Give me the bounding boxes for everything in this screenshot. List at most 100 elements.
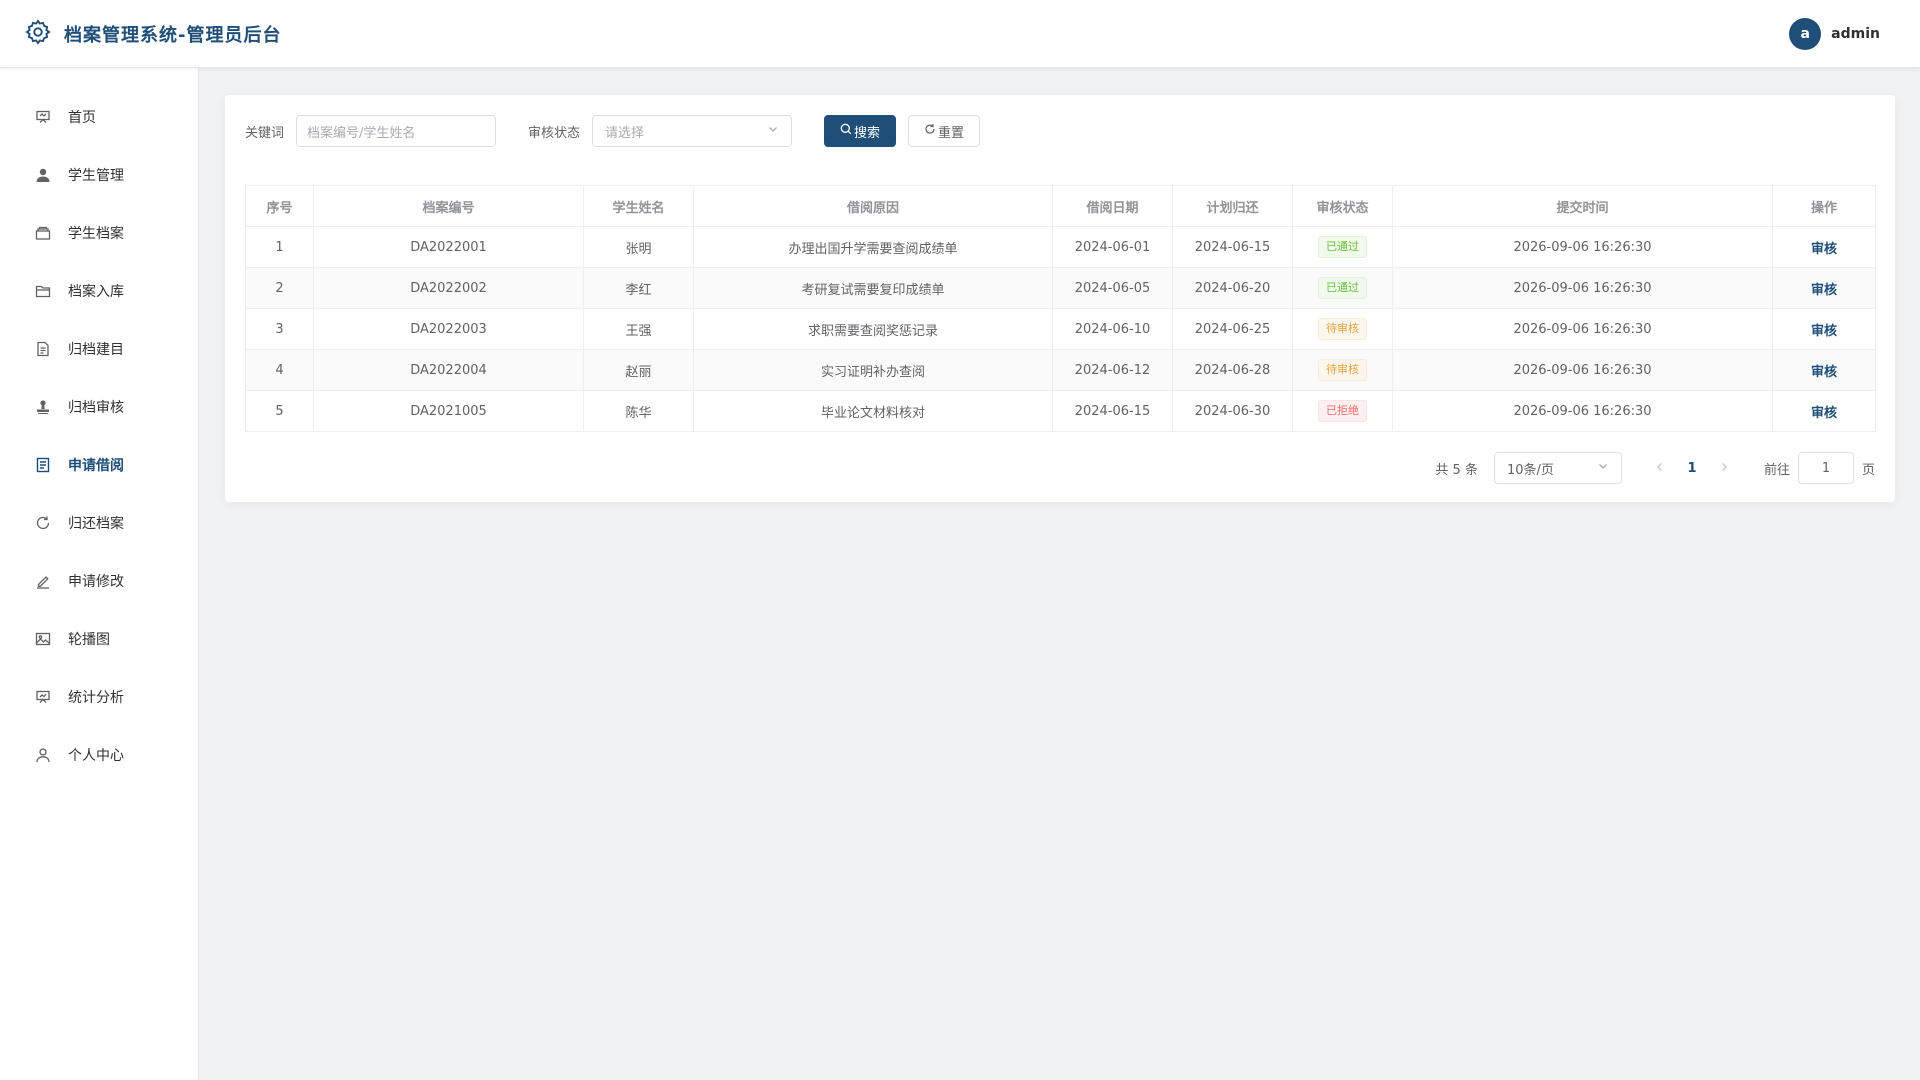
sidebar-item-label: 统计分析 — [68, 690, 124, 706]
cell-borrow-date: 2024-06-15 — [1052, 390, 1173, 432]
status-badge: 已通过 — [1318, 236, 1367, 258]
goto-page-input[interactable]: 1 — [1797, 452, 1854, 484]
sidebar-item-archive-catalog[interactable]: 归档建目 — [0, 320, 198, 378]
brand: 档案管理系统-管理员后台 — [24, 18, 281, 50]
page-size-select[interactable]: 10条/页 — [1493, 452, 1622, 484]
status-badge: 已通过 — [1318, 277, 1367, 299]
prev-page-button[interactable] — [1644, 461, 1676, 476]
cell-name: 王强 — [583, 308, 694, 350]
cell-return-date: 2024-06-30 — [1172, 390, 1293, 432]
cell-return-date: 2024-06-25 — [1172, 308, 1293, 350]
sidebar-item-modify-request[interactable]: 申请修改 — [0, 552, 198, 610]
sidebar-item-statistics[interactable]: 统计分析 — [0, 668, 198, 726]
folder-icon — [34, 282, 52, 300]
cell-no: 4 — [245, 349, 314, 391]
cell-code: DA2022003 — [313, 308, 584, 350]
sidebar-item-profile[interactable]: 个人中心 — [0, 726, 198, 784]
cell-submit-time: 2026-09-06 16:26:30 — [1392, 390, 1773, 432]
review-link[interactable]: 审核 — [1811, 324, 1837, 339]
status-badge: 待审核 — [1318, 359, 1367, 381]
tickets-icon — [34, 456, 52, 474]
cell-name: 陈华 — [583, 390, 694, 432]
cell-code: DA2022004 — [313, 349, 584, 391]
review-link[interactable]: 审核 — [1811, 406, 1837, 421]
username[interactable]: admin — [1831, 26, 1880, 42]
reset-button[interactable]: 重置 — [908, 115, 981, 147]
sidebar-item-borrow-request[interactable]: 申请借阅 — [0, 436, 198, 494]
table-row: 2 DA2022002 李红 考研复试需要复印成绩单 2024-06-05 20… — [245, 267, 1876, 309]
status-placeholder: 请选择 — [605, 125, 645, 141]
page-size-value: 10条/页 — [1506, 462, 1554, 478]
sidebar-item-student-archives[interactable]: 学生档案 — [0, 204, 198, 262]
search-button[interactable]: 搜索 — [824, 115, 897, 147]
table-header-row: 序号 档案编号 学生姓名 借阅原因 借阅日期 计划归还 审核状态 提交时间 操作 — [245, 185, 1876, 227]
data-board-icon — [34, 688, 52, 706]
chevron-down-icon — [1597, 460, 1609, 476]
column-header: 档案编号 — [313, 185, 584, 227]
refresh-icon — [34, 514, 52, 532]
cell-submit-time: 2026-09-06 16:26:30 — [1392, 349, 1773, 391]
sidebar-item-label: 申请修改 — [68, 574, 124, 590]
next-page-button[interactable] — [1708, 461, 1740, 476]
sidebar-item-label: 学生档案 — [68, 226, 124, 242]
edit-pen-icon — [34, 572, 52, 590]
sidebar-item-student-management[interactable]: 学生管理 — [0, 146, 198, 204]
keyword-input[interactable]: 档案编号/学生姓名 — [296, 115, 497, 147]
pagination: 共 5 条 10条/页 1 前往 1 页 — [245, 452, 1875, 484]
presentation-icon — [34, 108, 52, 126]
cell-reason: 毕业论文材料核对 — [693, 390, 1053, 432]
search-bar: 关键词 档案编号/学生姓名 审核状态 请选择 搜索 重置 — [245, 115, 1875, 147]
cell-borrow-date: 2024-06-01 — [1052, 226, 1173, 268]
cell-reason: 办理出国升学需要查阅成绩单 — [693, 226, 1053, 268]
chevron-right-icon — [1722, 462, 1727, 471]
cell-status: 待审核 — [1292, 349, 1393, 391]
user-menu[interactable]: a admin — [1789, 17, 1880, 50]
sidebar-item-archive-storage[interactable]: 档案入库 — [0, 262, 198, 320]
page-suffix: 页 — [1861, 462, 1875, 478]
avatar[interactable]: a — [1789, 17, 1822, 50]
sidebar-item-archive-review[interactable]: 归档审核 — [0, 378, 198, 436]
status-select[interactable]: 请选择 — [592, 115, 793, 147]
cell-reason: 求职需要查阅奖惩记录 — [693, 308, 1053, 350]
sidebar-item-label: 首页 — [68, 110, 96, 126]
cell-no: 1 — [245, 226, 314, 268]
chevron-left-icon — [1657, 462, 1662, 471]
sidebar-item-label: 归档审核 — [68, 400, 124, 416]
sidebar-item-label: 申请借阅 — [68, 458, 124, 474]
table-row: 1 DA2022001 张明 办理出国升学需要查阅成绩单 2024-06-01 … — [245, 226, 1876, 268]
cell-borrow-date: 2024-06-10 — [1052, 308, 1173, 350]
status-label: 审核状态 — [528, 125, 581, 141]
user-filled-icon — [34, 166, 52, 184]
reset-button-label: 重置 — [938, 125, 965, 141]
sidebar-item-home[interactable]: 首页 — [0, 88, 198, 146]
sidebar-item-label: 归档建目 — [68, 342, 124, 358]
table-row: 4 DA2022004 赵丽 实习证明补办查阅 2024-06-12 2024-… — [245, 349, 1876, 391]
cell-action: 审核 — [1772, 226, 1876, 268]
goto-label: 前往 — [1763, 462, 1790, 478]
cell-no: 3 — [245, 308, 314, 350]
borrow-request-panel: 关键词 档案编号/学生姓名 审核状态 请选择 搜索 重置 序号 档案编号 学生姓… — [225, 95, 1895, 502]
status-badge: 已拒绝 — [1318, 400, 1367, 422]
column-header: 提交时间 — [1392, 185, 1773, 227]
user-icon — [34, 746, 52, 764]
review-link[interactable]: 审核 — [1811, 242, 1837, 257]
page-number-current[interactable]: 1 — [1676, 461, 1708, 476]
cell-action: 审核 — [1772, 349, 1876, 391]
review-link[interactable]: 审核 — [1811, 365, 1837, 380]
cell-borrow-date: 2024-06-12 — [1052, 349, 1173, 391]
sidebar-item-return-archive[interactable]: 归还档案 — [0, 494, 198, 552]
cell-status: 已通过 — [1292, 226, 1393, 268]
cell-action: 审核 — [1772, 308, 1876, 350]
column-header: 操作 — [1772, 185, 1876, 227]
sidebar-item-carousel[interactable]: 轮播图 — [0, 610, 198, 668]
column-header: 借阅日期 — [1052, 185, 1173, 227]
keyword-placeholder: 档案编号/学生姓名 — [307, 125, 416, 141]
cell-submit-time: 2026-09-06 16:26:30 — [1392, 226, 1773, 268]
review-link[interactable]: 审核 — [1811, 283, 1837, 298]
sidebar-item-label: 学生管理 — [68, 168, 124, 184]
cell-return-date: 2024-06-15 — [1172, 226, 1293, 268]
table-row: 3 DA2022003 王强 求职需要查阅奖惩记录 2024-06-10 202… — [245, 308, 1876, 350]
cell-reason: 实习证明补办查阅 — [693, 349, 1053, 391]
cell-borrow-date: 2024-06-05 — [1052, 267, 1173, 309]
stamp-icon — [34, 398, 52, 416]
